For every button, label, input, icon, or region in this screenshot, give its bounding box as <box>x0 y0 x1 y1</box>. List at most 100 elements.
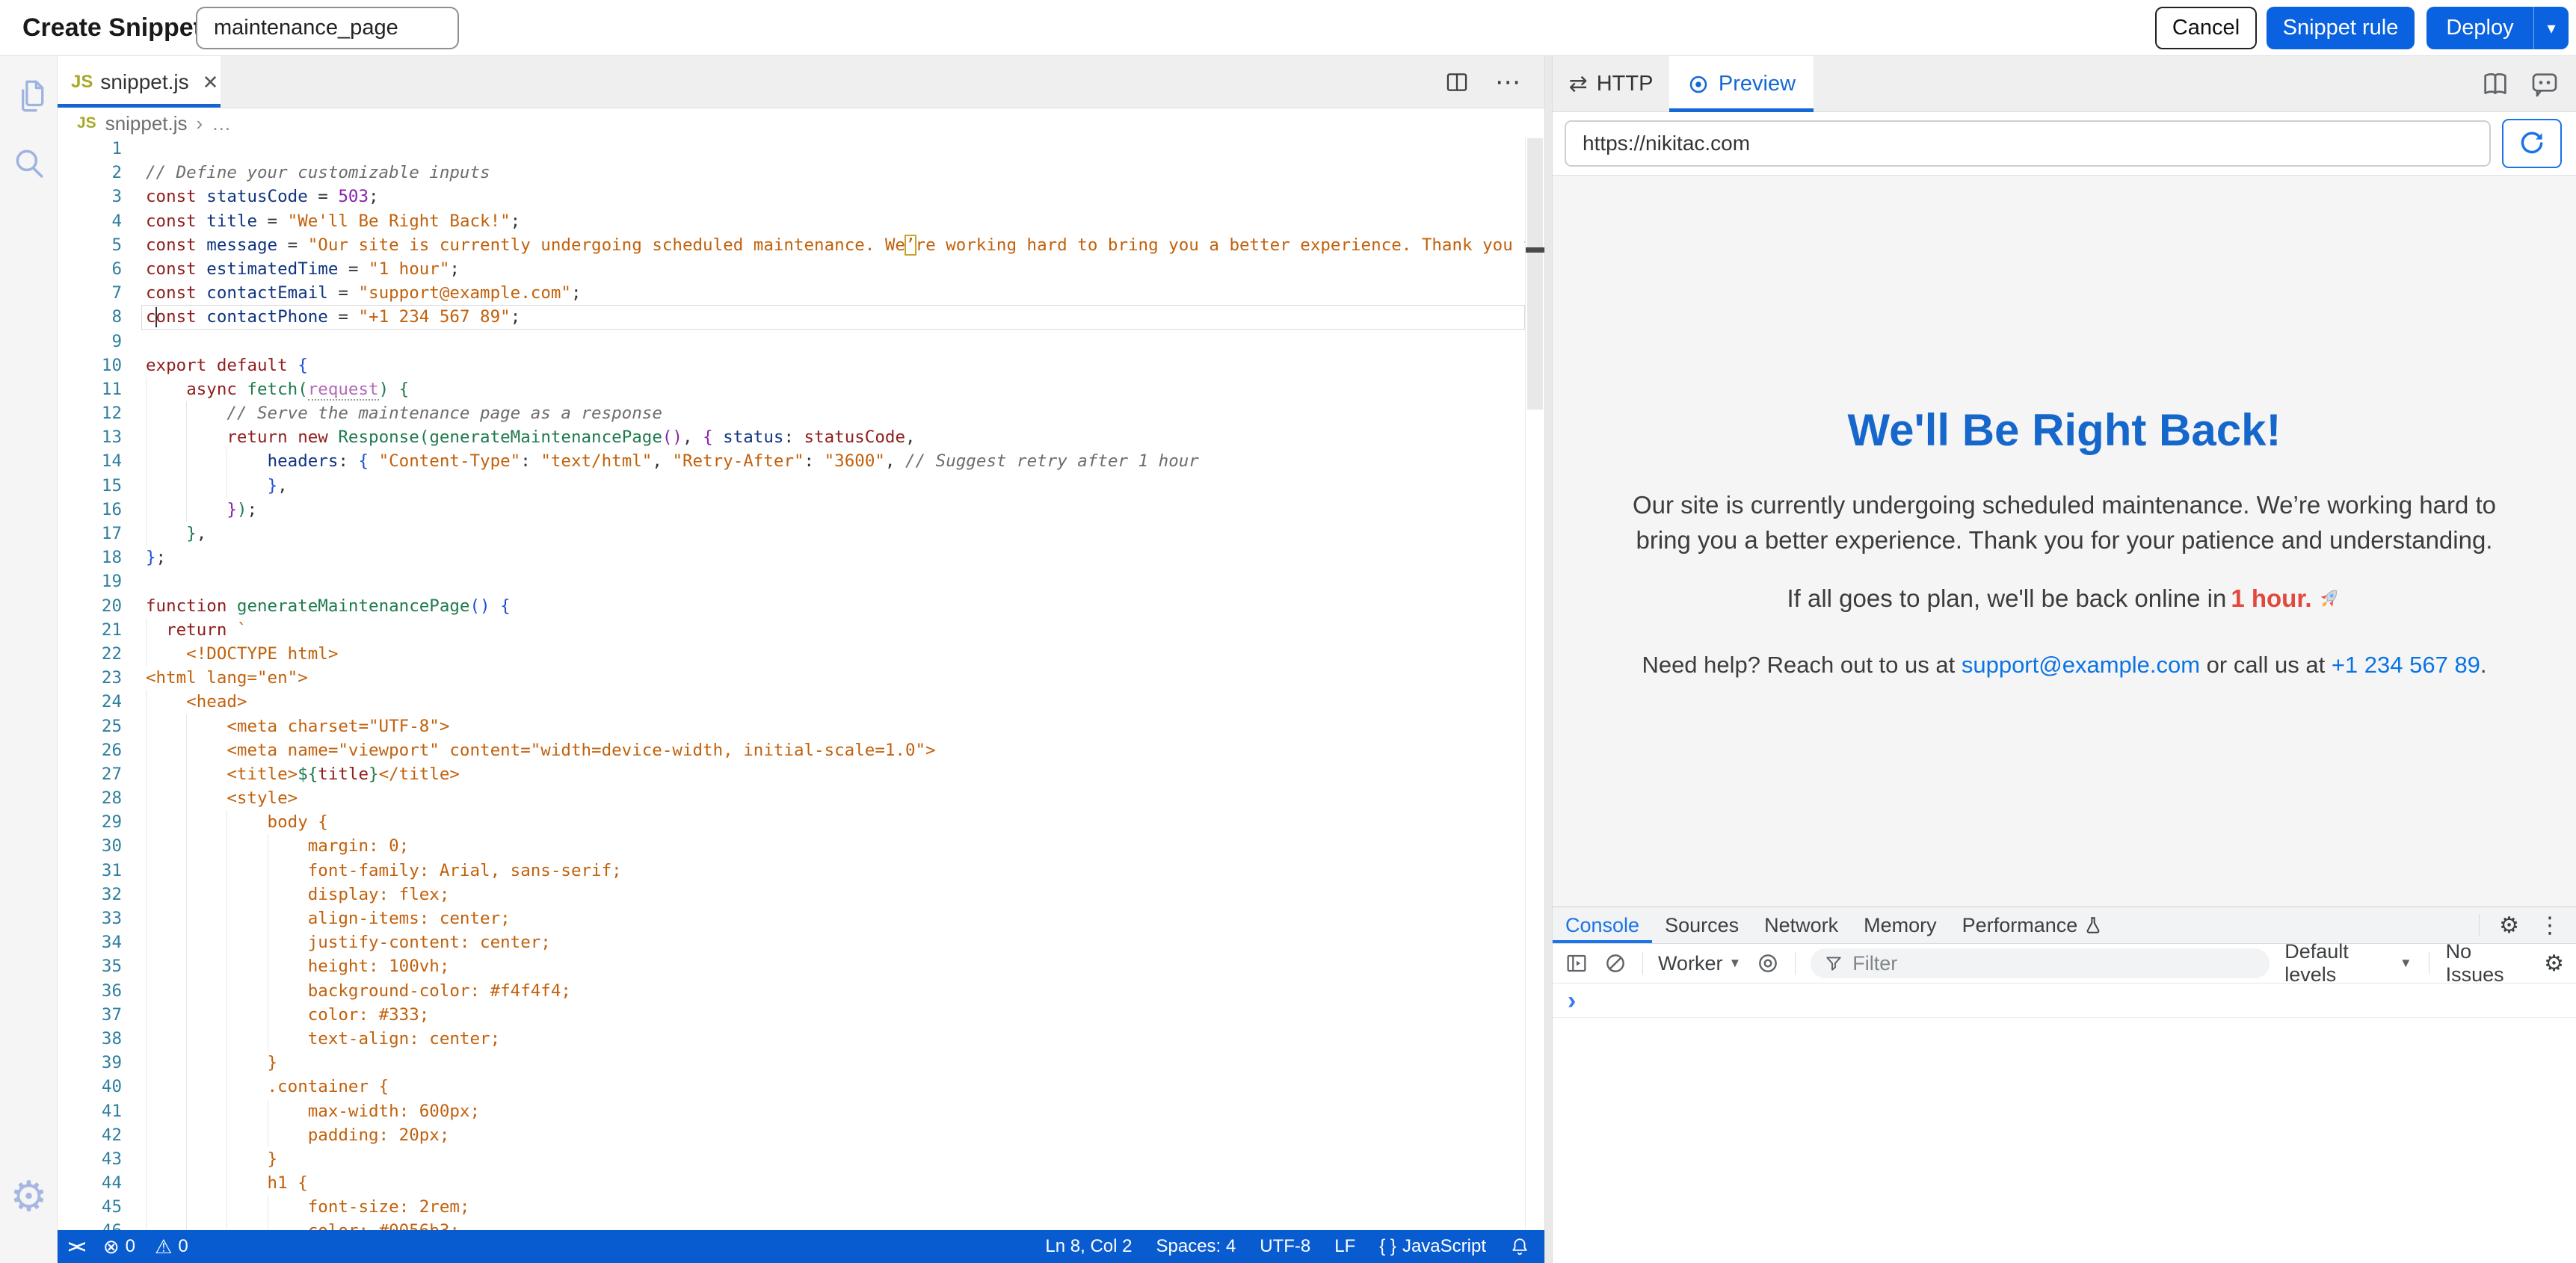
snippet-name-input[interactable] <box>196 7 459 49</box>
clear-console-icon[interactable] <box>1603 951 1627 975</box>
devtools-menu-kebab-icon[interactable]: ⋮ <box>2539 912 2561 939</box>
snippet-rule-button[interactable]: Snippet rule <box>2267 7 2415 49</box>
code-line[interactable]: 13 return new Response(generateMaintenan… <box>58 425 1525 449</box>
code-line[interactable]: 34 justify-content: center; <box>58 930 1525 954</box>
code-line[interactable]: 31 font-family: Arial, sans-serif; <box>58 859 1525 883</box>
devtools-tab-console[interactable]: Console <box>1553 907 1652 943</box>
deploy-button[interactable]: Deploy <box>2426 7 2533 49</box>
code-line[interactable]: 39 } <box>58 1051 1525 1075</box>
code-line[interactable]: 18}; <box>58 546 1525 569</box>
encoding[interactable]: UTF-8 <box>1260 1236 1310 1257</box>
code-line[interactable]: 12 // Serve the maintenance page as a re… <box>58 401 1525 425</box>
code-line[interactable]: 10export default { <box>58 353 1525 377</box>
phone-link[interactable]: +1 234 567 89 <box>2332 652 2480 678</box>
code-line[interactable]: 7const contactEmail = "support@example.c… <box>58 281 1525 305</box>
code-line[interactable]: 40 .container { <box>58 1075 1525 1099</box>
code-line[interactable]: 35 height: 100vh; <box>58 954 1525 978</box>
remote-indicator-icon[interactable]: >< <box>68 1237 84 1257</box>
breadcrumb-file[interactable]: snippet.js <box>105 112 188 135</box>
code-line[interactable]: 16 }); <box>58 498 1525 522</box>
support-email-link[interactable]: support@example.com <box>1962 652 2200 678</box>
scrollbar-thumb[interactable] <box>1527 138 1543 410</box>
settings-gear-icon[interactable]: ⚙ <box>0 1176 58 1217</box>
code-line[interactable]: 1 <box>58 137 1525 161</box>
indentation[interactable]: Spaces: 4 <box>1156 1236 1236 1257</box>
tab-snippet-js[interactable]: JS snippet.js ✕ <box>58 56 221 108</box>
line-number: 4 <box>58 209 122 233</box>
code-line[interactable]: 4const title = "We'll Be Right Back!"; <box>58 209 1525 233</box>
refresh-button[interactable] <box>2502 119 2562 168</box>
code-line[interactable]: 17 }, <box>58 522 1525 546</box>
problems-warnings[interactable]: ⚠ 0 <box>155 1235 188 1259</box>
filter-input[interactable] <box>1852 952 2256 975</box>
problems-errors[interactable]: ⊗ 0 <box>103 1235 135 1259</box>
pane-resizer[interactable] <box>1544 56 1553 1263</box>
cancel-button[interactable]: Cancel <box>2155 7 2257 49</box>
code-line[interactable]: 23<html lang="en"> <box>58 666 1525 690</box>
console-filter[interactable] <box>1811 948 2270 978</box>
log-levels-dropdown[interactable]: Default levels▼ <box>2284 940 2412 986</box>
console-sidebar-toggle-icon[interactable] <box>1565 951 1589 975</box>
code-editor[interactable]: 12// Define your customizable inputs3con… <box>58 137 1525 1230</box>
notifications-bell-icon[interactable] <box>1510 1236 1529 1257</box>
code-line[interactable]: 33 align-items: center; <box>58 907 1525 930</box>
devtools-tab-memory[interactable]: Memory <box>1851 907 1950 943</box>
code-line[interactable]: 32 display: flex; <box>58 883 1525 907</box>
code-line[interactable]: 25 <meta charset="UTF-8"> <box>58 714 1525 738</box>
devtools-tab-performance[interactable]: Performance <box>1950 907 2116 943</box>
code-line[interactable]: 43 } <box>58 1147 1525 1171</box>
code-line[interactable]: 44 h1 { <box>58 1171 1525 1195</box>
console-context-selector[interactable]: Worker▼ <box>1658 952 1741 975</box>
devtools-settings-gear-icon[interactable]: ⚙ <box>2499 912 2519 939</box>
more-actions-icon[interactable]: ⋯ <box>1495 67 1522 97</box>
discord-chat-icon[interactable] <box>2530 70 2560 99</box>
code-line[interactable]: 5const message = "Our site is currently … <box>58 233 1525 257</box>
console-prompt-row[interactable]: › <box>1553 983 2576 1018</box>
code-line[interactable]: 19 <box>58 569 1525 593</box>
code-line[interactable]: 3const statusCode = 503; <box>58 185 1525 209</box>
code-line[interactable]: 26 <meta name="viewport" content="width=… <box>58 738 1525 762</box>
editor-scrollbar[interactable] <box>1525 137 1544 1230</box>
tab-preview[interactable]: Preview <box>1669 56 1814 112</box>
code-line[interactable]: 2// Define your customizable inputs <box>58 161 1525 185</box>
cursor-position[interactable]: Ln 8, Col 2 <box>1045 1236 1132 1257</box>
devtools-tab-sources[interactable]: Sources <box>1652 907 1751 943</box>
code-line[interactable]: 6const estimatedTime = "1 hour"; <box>58 257 1525 281</box>
code-line[interactable]: 36 background-color: #f4f4f4; <box>58 979 1525 1003</box>
search-icon[interactable] <box>0 144 58 182</box>
language-mode[interactable]: { } JavaScript <box>1379 1236 1486 1257</box>
code-line[interactable]: 28 <style> <box>58 786 1525 810</box>
code-line[interactable]: 37 color: #333; <box>58 1003 1525 1027</box>
documentation-book-icon[interactable] <box>2480 70 2510 99</box>
devtools-tab-network[interactable]: Network <box>1751 907 1851 943</box>
code-line[interactable]: 15 }, <box>58 474 1525 498</box>
issues-counter[interactable]: No Issues <box>2446 940 2528 986</box>
code-line[interactable]: 42 padding: 20px; <box>58 1123 1525 1147</box>
close-tab-icon[interactable]: ✕ <box>203 71 219 94</box>
live-expression-eye-icon[interactable] <box>1756 951 1780 975</box>
tab-http[interactable]: ⇄ HTTP <box>1553 56 1669 112</box>
deploy-dropdown-button[interactable]: ▾ <box>2533 7 2569 49</box>
url-input[interactable] <box>1565 120 2491 167</box>
code-line[interactable]: 8const contactPhone = "+1 234 567 89"; <box>58 305 1525 329</box>
code-line[interactable]: 38 text-align: center; <box>58 1027 1525 1051</box>
console-settings-gear-icon[interactable]: ⚙ <box>2544 951 2564 977</box>
code-line[interactable]: 30 margin: 0; <box>58 834 1525 858</box>
code-line[interactable]: 27 <title>${title}</title> <box>58 762 1525 786</box>
code-line[interactable]: 22 <!DOCTYPE html> <box>58 642 1525 666</box>
code-line[interactable]: 24 <head> <box>58 690 1525 714</box>
breadcrumb[interactable]: JS snippet.js › … <box>58 108 1544 138</box>
split-editor-icon[interactable] <box>1444 70 1470 95</box>
code-line[interactable]: 21 return ` <box>58 618 1525 642</box>
code-line[interactable]: 11 async fetch(request) { <box>58 377 1525 401</box>
code-line[interactable]: 41 max-width: 600px; <box>58 1099 1525 1123</box>
code-line[interactable]: 14 headers: { "Content-Type": "text/html… <box>58 449 1525 473</box>
code-line[interactable]: 46 color: #0056b3; <box>58 1219 1525 1230</box>
eol-sequence[interactable]: LF <box>1334 1236 1355 1257</box>
code-line[interactable]: 9 <box>58 330 1525 353</box>
code-line[interactable]: 45 font-size: 2rem; <box>58 1195 1525 1219</box>
code-line[interactable]: 29 body { <box>58 810 1525 834</box>
breadcrumb-more[interactable]: … <box>212 112 231 135</box>
files-icon[interactable] <box>0 77 58 114</box>
code-line[interactable]: 20function generateMaintenancePage() { <box>58 594 1525 618</box>
